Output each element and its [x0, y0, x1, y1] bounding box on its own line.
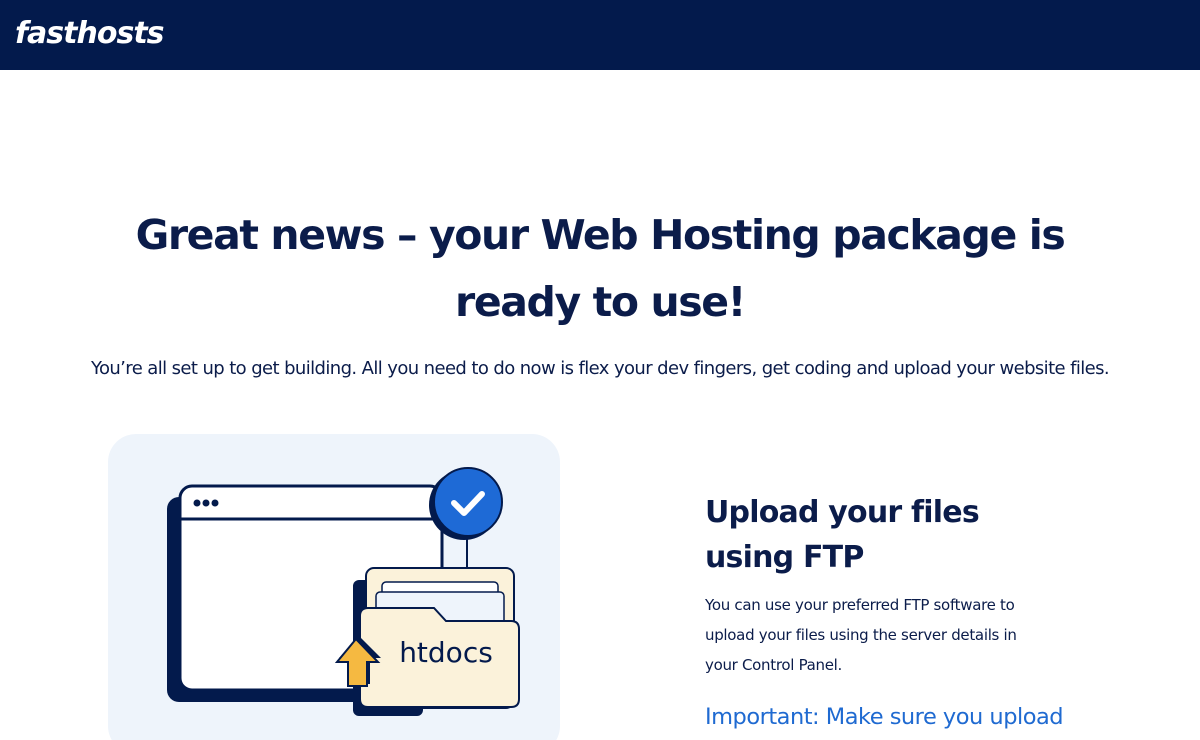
ftp-illustration: htdocs: [167, 467, 520, 716]
check-circle-icon: [429, 467, 503, 540]
folder-label: htdocs: [399, 636, 493, 669]
page-title: Great news – your Web Hosting package is…: [135, 211, 1066, 326]
important-notice: Important: Make sure you upload: [705, 704, 1064, 730]
fasthosts-logo[interactable]: fasthosts: [15, 14, 165, 54]
page-subtitle: You’re all set up to get building. All y…: [90, 358, 1110, 379]
ftp-section-title: Upload your files using FTP: [705, 495, 980, 575]
ftp-section-text: You can use your preferred FTP software …: [705, 596, 1017, 674]
folder-icon: htdocs: [353, 567, 520, 716]
illustration-card: htdocs: [108, 434, 560, 740]
top-header-bar: fasthosts: [0, 0, 1200, 70]
